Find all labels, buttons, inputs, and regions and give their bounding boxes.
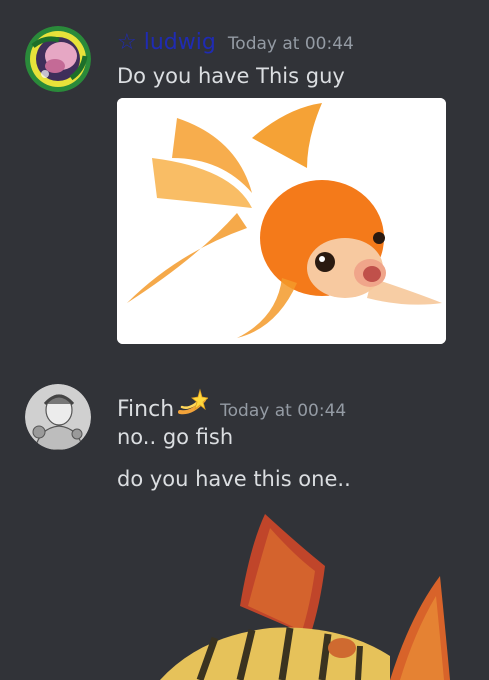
attached-image-goldfish[interactable] (117, 98, 446, 344)
message-text: Do you have This guy (117, 64, 345, 88)
message-header: ☆ ludwig Today at 00:44 (117, 29, 354, 57)
message-timestamp: Today at 00:44 (227, 34, 354, 54)
message-text: do you have this one.. (117, 467, 351, 491)
user-avatar-ludwig[interactable] (25, 26, 91, 92)
username[interactable]: ☆ ludwig (117, 29, 216, 57)
message-header: Finch Today at 00:44 (117, 388, 346, 424)
username[interactable]: Finch (117, 396, 174, 424)
message-text: no.. go fish (117, 425, 234, 449)
message-timestamp: Today at 00:44 (220, 401, 347, 421)
user-avatar-finch[interactable] (25, 384, 91, 450)
attached-image-fish[interactable] (160, 506, 489, 680)
dizzy-star-icon (176, 388, 210, 416)
